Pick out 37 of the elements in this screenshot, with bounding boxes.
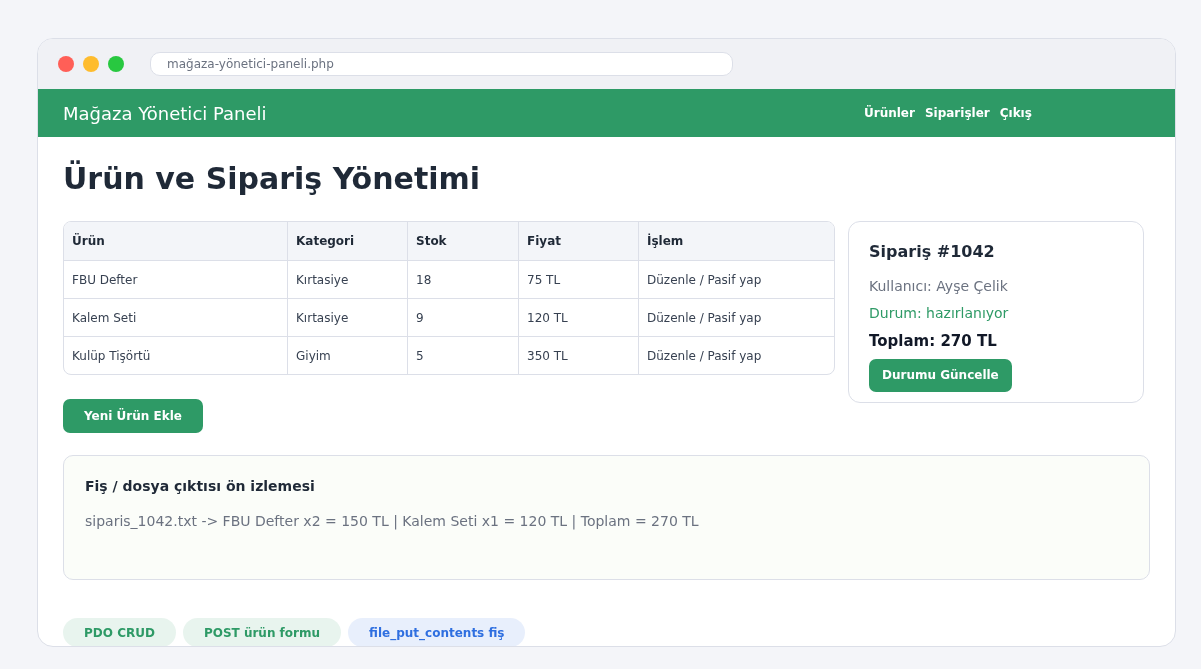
column-header: Fiyat <box>518 222 638 260</box>
table-cell: 75 TL <box>518 261 638 298</box>
order-title: Sipariş #1042 <box>869 241 995 263</box>
order-status: Durum: hazırlanıyor <box>869 304 1009 323</box>
nav-link[interactable]: Ürünler <box>864 104 915 122</box>
preview-text: siparis_1042.txt -> FBU Defter x2 = 150 TL | Kalem Seti x1 = 120 TL | Toplam = 270 TL <box>85 512 700 532</box>
table-cell: Düzenle / Pasif yap <box>638 261 834 298</box>
page-title: Ürün ve Sipariş Yönetimi <box>63 159 482 198</box>
tag: file_put_contents fiş <box>348 618 526 646</box>
tag: POST ürün formu <box>182 618 342 646</box>
column-header: Stok <box>407 222 518 260</box>
table-cell: Düzenle / Pasif yap <box>638 299 834 336</box>
table-cell: 9 <box>407 299 518 336</box>
column-header: İşlem <box>638 222 834 260</box>
table-cell: Kırtasiye <box>287 261 407 298</box>
column-header: Kategori <box>287 222 407 260</box>
add-product-button[interactable]: Yeni Ürün Ekle <box>63 399 203 433</box>
table-cell: Kırtasiye <box>287 299 407 336</box>
tag: PDO CRUD <box>63 618 176 646</box>
table-cell: 350 TL <box>518 337 638 374</box>
update-status-button[interactable]: Durumu Güncelle <box>869 358 1012 392</box>
table-cell: 18 <box>407 261 518 298</box>
table-cell: Düzenle / Pasif yap <box>638 337 834 374</box>
table-cell: 120 TL <box>518 299 638 336</box>
address-bar[interactable]: mağaza-yönetici-paneli.php <box>150 52 733 76</box>
table-cell: Giyim <box>287 337 407 374</box>
app-title: Mağaza Yönetici Paneli <box>63 101 268 126</box>
column-header: Ürün <box>71 232 106 250</box>
order-total: Toplam: 270 TL <box>869 331 997 352</box>
table-cell-text: Kalem Seti <box>71 309 138 327</box>
table-cell-text: FBU Defter <box>71 271 139 289</box>
nav-link[interactable]: Çıkış <box>999 104 1032 122</box>
nav-link[interactable]: Siparişler <box>924 104 990 122</box>
order-user: Kullanıcı: Ayşe Çelik <box>869 277 1008 296</box>
table-cell-text: Kulüp Tişörtü <box>71 347 152 365</box>
preview-title: Fiş / dosya çıktısı ön izlemesi <box>85 477 316 496</box>
table-cell: 5 <box>407 337 518 374</box>
